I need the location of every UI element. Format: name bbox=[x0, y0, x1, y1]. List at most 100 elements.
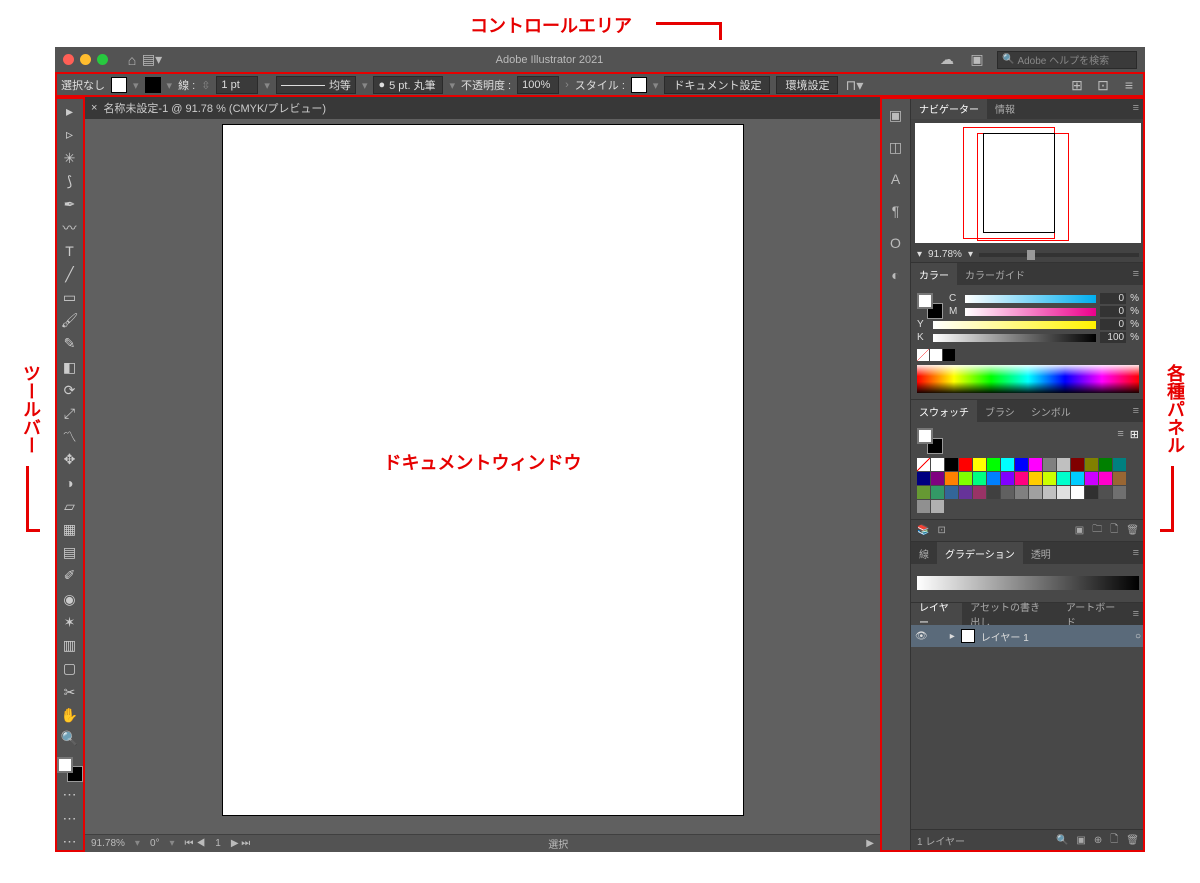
panel-menu-icon[interactable]: ≡ bbox=[1127, 547, 1145, 559]
share-icon[interactable]: ▣ bbox=[967, 50, 987, 70]
curvature-tool[interactable]: 〰 bbox=[58, 217, 82, 238]
libraries-icon[interactable]: ◫ bbox=[886, 137, 906, 157]
fill-swatch[interactable] bbox=[111, 77, 127, 93]
swatch-item[interactable] bbox=[959, 486, 972, 499]
brush-field[interactable]: ●5 pt. 丸筆 bbox=[373, 76, 443, 94]
panel-menu-icon[interactable]: ≡ bbox=[1127, 608, 1145, 620]
gradient-tool[interactable]: ▤ bbox=[58, 542, 82, 563]
slice-tool[interactable]: ✂ bbox=[58, 681, 82, 702]
swatch-item[interactable] bbox=[1113, 458, 1126, 471]
properties-icon[interactable]: ▣ bbox=[886, 105, 906, 125]
grid-view-icon[interactable]: ⊞ bbox=[1130, 428, 1139, 441]
shape-builder-tool[interactable]: ◑ bbox=[58, 473, 82, 494]
close-button[interactable] bbox=[63, 54, 74, 65]
symbol-sprayer-tool[interactable]: ✶ bbox=[58, 612, 82, 633]
tab-color-guide[interactable]: カラーガイド bbox=[957, 263, 1033, 285]
tab-layers[interactable]: レイヤー bbox=[911, 603, 962, 625]
white-swatch[interactable] bbox=[930, 349, 942, 361]
artboard-tool[interactable]: ▢ bbox=[58, 658, 82, 679]
navigator-thumbnail[interactable] bbox=[915, 123, 1141, 243]
screen-mode-icon[interactable]: ⋯ bbox=[58, 807, 82, 828]
tab-stroke[interactable]: 線 bbox=[911, 542, 937, 564]
swatch-new-folder-icon[interactable]: 🗀 bbox=[1092, 522, 1102, 539]
zoom-tool[interactable]: 🔍 bbox=[58, 728, 82, 749]
none-swatch[interactable] bbox=[917, 349, 929, 361]
maximize-button[interactable] bbox=[97, 54, 108, 65]
nav-zoom-down-icon[interactable]: ▾ bbox=[917, 249, 922, 260]
line-tool[interactable]: ╱ bbox=[58, 264, 82, 285]
stroke-profile[interactable]: 均等 bbox=[276, 76, 356, 94]
swatch-item[interactable] bbox=[931, 458, 944, 471]
opentype-icon[interactable]: O bbox=[886, 233, 906, 253]
eraser-tool[interactable]: ◧ bbox=[58, 356, 82, 377]
make-clip-icon[interactable]: ▣ bbox=[1076, 835, 1085, 846]
locate-icon[interactable]: 🔍 bbox=[1056, 835, 1068, 846]
tab-close-icon[interactable]: × bbox=[91, 102, 97, 114]
swatch-item[interactable] bbox=[959, 472, 972, 485]
minimize-button[interactable] bbox=[80, 54, 91, 65]
align-icon[interactable]: ⊓▾ bbox=[844, 75, 864, 95]
channel-value[interactable]: 0 bbox=[1100, 319, 1126, 330]
free-transform-tool[interactable]: ✥ bbox=[58, 449, 82, 470]
swatch-item[interactable] bbox=[1071, 458, 1084, 471]
tab-swatches[interactable]: スウォッチ bbox=[911, 400, 977, 422]
delete-layer-icon[interactable]: 🗑 bbox=[1126, 835, 1139, 846]
fill-stroke-toggle[interactable] bbox=[57, 757, 83, 782]
swatch-item[interactable] bbox=[987, 472, 1000, 485]
status-rotation[interactable]: 0° bbox=[150, 838, 160, 849]
swatch-item[interactable] bbox=[1001, 486, 1014, 499]
document-setup-button[interactable]: ドキュメント設定 bbox=[664, 76, 770, 94]
channel-value[interactable]: 0 bbox=[1100, 293, 1126, 304]
swatch-item[interactable] bbox=[1071, 486, 1084, 499]
shaper-tool[interactable]: ✎ bbox=[58, 333, 82, 354]
tab-asset-export[interactable]: アセットの書き出し bbox=[962, 603, 1058, 625]
swatch-item[interactable] bbox=[973, 458, 986, 471]
status-zoom[interactable]: 91.78% bbox=[91, 838, 125, 849]
swatch-item[interactable] bbox=[1099, 472, 1112, 485]
stroke-weight-field[interactable]: 1 pt bbox=[216, 76, 258, 94]
panel-menu-icon[interactable]: ≡ bbox=[1127, 268, 1145, 280]
swatch-delete-icon[interactable]: 🗑 bbox=[1126, 525, 1139, 536]
swatch-item[interactable] bbox=[1015, 486, 1028, 499]
swatch-lib-icon[interactable]: 📚 bbox=[917, 525, 929, 536]
tab-transparency[interactable]: 透明 bbox=[1023, 542, 1059, 564]
fill-indicator[interactable] bbox=[917, 293, 933, 309]
status-page[interactable]: 1 bbox=[215, 838, 221, 849]
scale-tool[interactable]: ⤢ bbox=[58, 403, 82, 424]
swatch-item[interactable] bbox=[987, 486, 1000, 499]
black-swatch[interactable] bbox=[943, 349, 955, 361]
swatch-item[interactable] bbox=[1057, 472, 1070, 485]
swatch-item[interactable] bbox=[1029, 486, 1042, 499]
swatch-item[interactable] bbox=[1085, 486, 1098, 499]
gradient-bar[interactable] bbox=[917, 576, 1139, 590]
swatch-item[interactable] bbox=[1057, 458, 1070, 471]
eyedropper-tool[interactable]: ✐ bbox=[58, 565, 82, 586]
swatch-item[interactable] bbox=[1015, 458, 1028, 471]
character-icon[interactable]: A bbox=[886, 169, 906, 189]
snap-icon[interactable]: ⊞ bbox=[1067, 75, 1087, 95]
new-sublayer-icon[interactable]: ⊕ bbox=[1094, 835, 1102, 846]
selection-tool[interactable]: ▸ bbox=[58, 101, 82, 122]
swatch-item[interactable] bbox=[1029, 458, 1042, 471]
swatch-item[interactable] bbox=[945, 458, 958, 471]
visibility-icon[interactable]: 👁 bbox=[915, 631, 928, 642]
nav-zoom-dd-icon[interactable]: ▾ bbox=[968, 249, 973, 260]
nav-zoom-value[interactable]: 91.78% bbox=[928, 249, 962, 260]
magic-wand-tool[interactable]: ✳ bbox=[58, 147, 82, 168]
channel-value[interactable]: 100 bbox=[1100, 332, 1126, 343]
arrange-icon[interactable]: ▤▾ bbox=[142, 50, 162, 70]
swatch-item[interactable] bbox=[1085, 458, 1098, 471]
tab-artboards[interactable]: アートボード bbox=[1058, 603, 1127, 625]
swatch-item[interactable] bbox=[1113, 486, 1126, 499]
color-spectrum[interactable] bbox=[917, 365, 1139, 393]
paintbrush-tool[interactable]: 🖌 bbox=[58, 310, 82, 331]
cloud-user-icon[interactable]: ☁ bbox=[937, 50, 957, 70]
swatch-new-group-icon[interactable]: ▣ bbox=[1075, 525, 1084, 536]
tab-symbols[interactable]: シンボル bbox=[1023, 400, 1079, 422]
swatch-item[interactable] bbox=[917, 500, 930, 513]
hand-tool[interactable]: ✋ bbox=[58, 705, 82, 726]
swatch-none[interactable] bbox=[917, 458, 930, 471]
channel-slider[interactable] bbox=[965, 308, 1096, 316]
column-graph-tool[interactable]: ▥ bbox=[58, 635, 82, 656]
swatch-item[interactable] bbox=[1015, 472, 1028, 485]
